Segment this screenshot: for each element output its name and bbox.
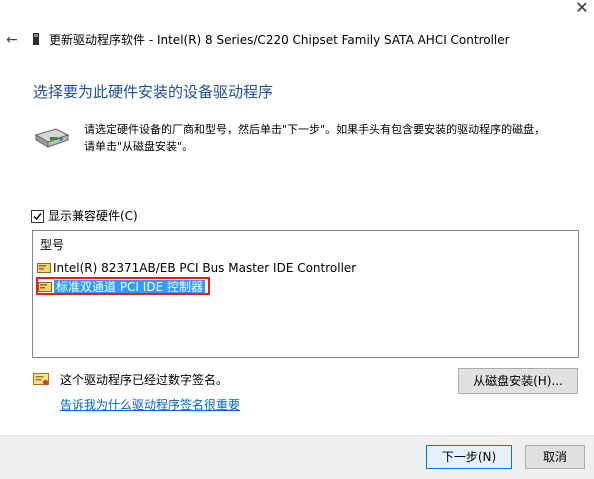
- signature-status: 这个驱动程序已经过数字签名。: [60, 373, 229, 387]
- show-compatible-checkbox-row[interactable]: 显示兼容硬件(C): [31, 208, 138, 224]
- selection-highlight-frame: [36, 277, 210, 295]
- hardware-icon: [34, 125, 70, 149]
- list-item[interactable]: Intel(R) 82371AB/EB PCI Bus Master IDE C…: [37, 259, 356, 277]
- device-icon: [32, 33, 40, 45]
- window-title: 更新驱动程序软件 - Intel(R) 8 Series/C220 Chipse…: [49, 33, 510, 47]
- cancel-button[interactable]: 取消: [525, 445, 585, 469]
- close-icon[interactable]: ✕: [572, 0, 592, 18]
- certificate-icon: [33, 373, 49, 387]
- instructions-line-2: 请单击"从磁盘安装"。: [84, 140, 194, 153]
- model-list-header: 型号: [40, 238, 65, 252]
- driver-icon: [37, 262, 51, 274]
- instructions-line-1: 请选定硬件设备的厂商和型号，然后单击"下一步"。如果手头有包含要安装的驱动程序的…: [84, 123, 546, 136]
- show-compatible-checkbox[interactable]: [31, 209, 44, 223]
- checkbox-check-icon: [33, 212, 42, 220]
- signature-help-link[interactable]: 告诉我为什么驱动程序签名很重要: [60, 397, 240, 413]
- page-heading: 选择要为此硬件安装的设备驱动程序: [33, 83, 274, 101]
- back-arrow-icon[interactable]: ←: [6, 32, 24, 48]
- have-disk-button[interactable]: 从磁盘安装(H)...: [458, 368, 578, 394]
- instructions-text: 请选定硬件设备的厂商和型号，然后单击"下一步"。如果手头有包含要安装的驱动程序的…: [84, 121, 584, 155]
- next-button[interactable]: 下一步(N): [426, 445, 512, 469]
- model-list[interactable]: 型号 Intel(R) 82371AB/EB PCI Bus Master ID…: [32, 230, 579, 358]
- show-compatible-label: 显示兼容硬件(C): [48, 209, 138, 223]
- list-item-label: Intel(R) 82371AB/EB PCI Bus Master IDE C…: [53, 261, 357, 275]
